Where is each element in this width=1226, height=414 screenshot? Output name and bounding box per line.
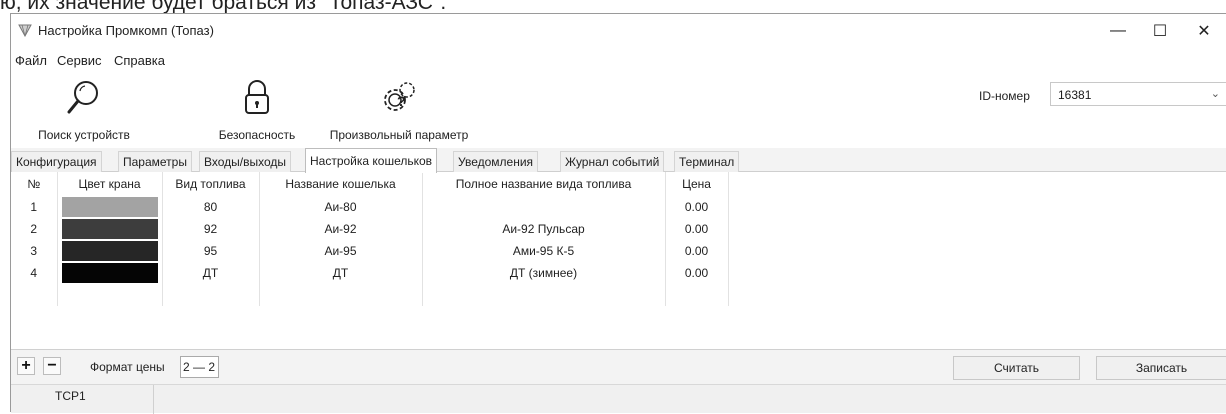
remove-row-button[interactable]: − xyxy=(43,357,61,375)
security-label: Безопасность xyxy=(218,128,296,142)
wallet-cell[interactable]: Аи-80 xyxy=(259,196,423,218)
column-header-color[interactable]: Цвет крана xyxy=(57,172,163,196)
price-cell[interactable]: 0.00 xyxy=(665,262,729,284)
menu-help[interactable]: Справка xyxy=(114,53,165,68)
tab-bar: Конфигурация Параметры Входы/выходы Наст… xyxy=(11,148,1226,173)
id-number-value: 16381 xyxy=(1058,88,1092,102)
row-number: 3 xyxy=(11,240,58,262)
read-button[interactable]: Считать xyxy=(953,356,1080,380)
table-row[interactable]: 3 95 Аи-95 Ами-95 К-5 0.00 xyxy=(11,240,729,262)
device-search-label: Поиск устройств xyxy=(38,128,130,142)
wallet-cell[interactable]: ДТ xyxy=(259,262,423,284)
full-name-cell[interactable]: Аи-92 Пульсар xyxy=(422,218,666,240)
tab-configuration[interactable]: Конфигурация xyxy=(11,151,102,172)
tab-event-log[interactable]: Журнал событий xyxy=(560,151,665,172)
column-header-wallet[interactable]: Название кошелька xyxy=(259,172,423,196)
padlock-icon xyxy=(245,80,269,114)
custom-parameter-label: Произвольный параметр xyxy=(329,128,469,142)
fuel-cell[interactable]: 80 xyxy=(162,196,260,218)
color-swatch[interactable] xyxy=(61,197,158,217)
color-cell[interactable] xyxy=(57,262,163,284)
color-swatch[interactable] xyxy=(61,263,158,283)
minimize-button[interactable]: — xyxy=(1097,14,1139,48)
color-cell[interactable] xyxy=(57,218,163,240)
full-name-cell[interactable]: ДТ (зимнее) xyxy=(422,262,666,284)
id-number-label: ID-номер xyxy=(979,89,1030,103)
gears-question-icon: ? xyxy=(384,82,415,111)
svg-text:?: ? xyxy=(397,93,406,109)
color-swatch[interactable] xyxy=(61,241,158,261)
tab-terminal[interactable]: Терминал xyxy=(674,151,740,172)
device-search-button[interactable]: Поиск устройств xyxy=(31,72,137,146)
status-bar: TCP1 xyxy=(11,384,1226,414)
security-button[interactable]: Безопасность xyxy=(207,72,307,146)
full-name-cell[interactable]: Ами-95 К-5 xyxy=(422,240,666,262)
bottom-bar: + − Формат цены 2 — 2 Считать Записать xyxy=(11,350,1226,384)
table-header-row: № Цвет крана Вид топлива Название кошель… xyxy=(11,172,729,196)
table-row[interactable]: 2 92 Аи-92 Аи-92 Пульсар 0.00 xyxy=(11,218,729,240)
write-button[interactable]: Записать xyxy=(1096,356,1226,380)
column-header-full-name[interactable]: Полное название вида топлива xyxy=(422,172,666,196)
table-row[interactable]: 1 80 Аи-80 0.00 xyxy=(11,196,729,218)
app-icon xyxy=(18,24,32,37)
price-cell[interactable]: 0.00 xyxy=(665,218,729,240)
title-bar: Настройка Промкомп (Топаз) — ☐ ✕ xyxy=(11,14,1226,48)
column-header-number[interactable]: № xyxy=(11,172,58,196)
add-row-button[interactable]: + xyxy=(17,357,35,375)
tab-parameters[interactable]: Параметры xyxy=(118,151,192,172)
price-cell[interactable]: 0.00 xyxy=(665,240,729,262)
full-name-cell[interactable] xyxy=(422,196,666,218)
document-text-fragment: ю, их значение будет браться из "Топаз-А… xyxy=(0,0,447,13)
menu-service[interactable]: Сервис xyxy=(57,53,102,68)
column-header-price[interactable]: Цена xyxy=(665,172,729,196)
id-number-select[interactable]: 16381 ⌄ xyxy=(1050,82,1226,106)
custom-parameter-button[interactable]: ? Произвольный параметр xyxy=(316,72,482,146)
window-title: Настройка Промкомп (Топаз) xyxy=(38,23,214,38)
empty-row xyxy=(11,284,729,306)
fuel-cell[interactable]: ДТ xyxy=(162,262,260,284)
column-header-fuel[interactable]: Вид топлива xyxy=(162,172,260,196)
menu-file[interactable]: Файл xyxy=(15,53,47,68)
close-button[interactable]: ✕ xyxy=(1183,14,1225,48)
connection-port: TCP1 xyxy=(55,389,86,403)
wallet-cell[interactable]: Аи-95 xyxy=(259,240,423,262)
menu-bar: Файл Сервис Справка xyxy=(11,48,1226,72)
magnifier-icon xyxy=(67,81,98,114)
fuel-cell[interactable]: 95 xyxy=(162,240,260,262)
toolbar: Поиск устройств Безопасность ? Произволь… xyxy=(11,72,1226,148)
price-format-label: Формат цены xyxy=(90,360,165,374)
tab-io[interactable]: Входы/выходы xyxy=(199,151,292,172)
row-number: 4 xyxy=(11,262,58,284)
row-number: 2 xyxy=(11,218,58,240)
chevron-down-icon: ⌄ xyxy=(1210,88,1220,100)
wallets-table: № Цвет крана Вид топлива Название кошель… xyxy=(11,172,729,306)
price-cell[interactable]: 0.00 xyxy=(665,196,729,218)
wallet-cell[interactable]: Аи-92 xyxy=(259,218,423,240)
status-cell: TCP1 xyxy=(11,385,154,414)
maximize-button[interactable]: ☐ xyxy=(1139,14,1181,48)
price-format-field[interactable]: 2 — 2 xyxy=(180,356,219,378)
color-cell[interactable] xyxy=(57,240,163,262)
app-window: Настройка Промкомп (Топаз) — ☐ ✕ Файл Се… xyxy=(10,13,1226,414)
tab-wallet-settings[interactable]: Настройка кошельков xyxy=(305,148,438,173)
fuel-cell[interactable]: 92 xyxy=(162,218,260,240)
row-number: 1 xyxy=(11,196,58,218)
tab-notifications[interactable]: Уведомления xyxy=(453,151,539,172)
table-row[interactable]: 4 ДТ ДТ ДТ (зимнее) 0.00 xyxy=(11,262,729,284)
wallets-panel: № Цвет крана Вид топлива Название кошель… xyxy=(11,172,1226,350)
color-cell[interactable] xyxy=(57,196,163,218)
color-swatch[interactable] xyxy=(61,219,158,239)
